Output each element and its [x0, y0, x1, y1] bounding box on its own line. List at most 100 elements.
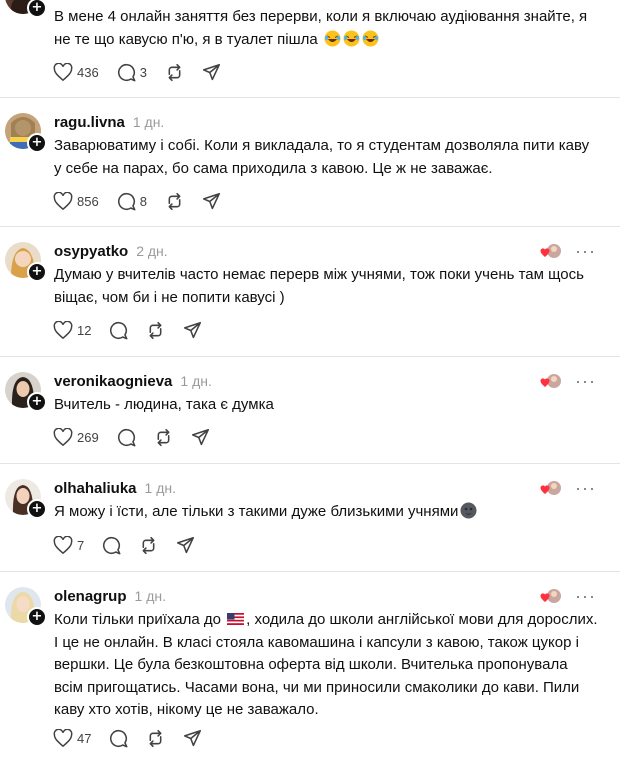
comment-header: olenagrup 1 дн.	[54, 588, 166, 605]
like-button[interactable]: 47	[53, 729, 91, 747]
repost-button[interactable]	[139, 536, 158, 555]
heart-icon	[53, 321, 73, 339]
timestamp[interactable]: 2 дн.	[136, 243, 167, 259]
laughing-tears-emoji	[324, 30, 341, 46]
timestamp[interactable]: 1 дн.	[145, 480, 176, 496]
comment-post: + В мене 4 онлайн заняття без перерви, к…	[0, 0, 620, 98]
follow-plus-icon[interactable]: +	[27, 392, 47, 412]
heart-icon	[53, 729, 73, 747]
comment-text: Думаю у вчителів часто немає перерв між …	[54, 266, 584, 306]
avatar[interactable]: +	[5, 0, 47, 18]
comment-count: 3	[139, 64, 147, 80]
comment-post: + olenagrup 1 дн. ··· Коли тільки приїха…	[0, 571, 620, 771]
comment-text: Коли тільки приїхала до , ходила до школ…	[54, 611, 598, 718]
follow-plus-icon[interactable]: +	[27, 0, 47, 18]
more-icon[interactable]: ···	[575, 242, 596, 260]
author-liked-icon	[540, 372, 562, 390]
action-bar: 856 8	[53, 190, 239, 212]
comment-text: Я можу і їсти, але тільки з такими дуже …	[54, 501, 598, 524]
comment-button[interactable]	[109, 321, 128, 340]
more-icon[interactable]: ···	[575, 372, 596, 390]
like-count: 436	[77, 64, 99, 80]
heart-icon	[53, 192, 73, 210]
send-icon	[184, 321, 202, 338]
us-flag-emoji	[227, 613, 245, 625]
follow-plus-icon[interactable]: +	[27, 499, 47, 519]
like-count: 269	[77, 429, 99, 445]
share-button[interactable]	[202, 192, 221, 211]
more-icon[interactable]: ···	[575, 587, 596, 605]
send-icon	[202, 63, 220, 80]
share-button[interactable]	[202, 63, 221, 82]
comment-header: ragu.livna 1 дн.	[54, 114, 164, 131]
repost-button[interactable]	[146, 729, 165, 748]
action-bar: 7	[53, 534, 213, 556]
username-link[interactable]: ragu.livna	[54, 114, 125, 131]
repost-button[interactable]	[146, 321, 165, 340]
share-button[interactable]	[183, 729, 202, 748]
share-button[interactable]	[176, 536, 195, 555]
more-icon[interactable]: ···	[575, 479, 596, 497]
share-button[interactable]	[183, 321, 202, 340]
repost-button[interactable]	[154, 428, 173, 447]
like-count: 856	[77, 193, 99, 209]
repost-button[interactable]	[165, 192, 184, 211]
repost-icon	[150, 729, 162, 747]
avatar[interactable]: +	[5, 242, 47, 282]
comment-post: + olhahaliuka 1 дн. ··· Я можу і їсти, а…	[0, 463, 620, 572]
username-link[interactable]: olhahaliuka	[54, 480, 137, 497]
username-link[interactable]: veronikaognieva	[54, 373, 172, 390]
like-button[interactable]: 7	[53, 536, 84, 554]
like-button[interactable]: 269	[53, 428, 99, 446]
comment-post: + veronikaognieva 1 дн. ··· Вчитель - лю…	[0, 356, 620, 464]
like-button[interactable]: 12	[53, 321, 91, 339]
send-icon	[177, 536, 195, 553]
follow-plus-icon[interactable]: +	[27, 607, 47, 627]
comment-button[interactable]	[109, 729, 128, 748]
like-button[interactable]: 436	[53, 63, 99, 81]
username-link[interactable]: osypyatko	[54, 243, 128, 260]
repost-button[interactable]	[165, 63, 184, 82]
laughing-tears-emoji	[343, 30, 360, 46]
heart-icon	[53, 536, 73, 554]
send-icon	[202, 192, 220, 209]
avatar[interactable]: +	[5, 587, 47, 627]
comment-text: Вчитель - людина, така є думка	[54, 396, 274, 413]
repost-icon	[168, 192, 181, 210]
comment-icon	[103, 536, 121, 554]
comment-button[interactable]	[102, 536, 121, 555]
repost-icon	[157, 428, 170, 446]
action-bar: 269	[53, 426, 228, 448]
comment-post: + ragu.livna 1 дн. Заварюватиму і собі. …	[0, 97, 620, 227]
share-button[interactable]	[191, 428, 210, 447]
comment-post: + osypyatko 2 дн. ··· Думаю у вчителів ч…	[0, 226, 620, 357]
avatar[interactable]: +	[5, 479, 47, 519]
repost-icon	[142, 536, 155, 554]
comment-icon	[110, 321, 128, 339]
heart-icon	[53, 428, 73, 446]
timestamp[interactable]: 1 дн.	[135, 588, 166, 604]
avatar[interactable]: +	[5, 372, 47, 412]
timestamp[interactable]: 1 дн.	[133, 114, 164, 130]
like-button[interactable]: 856	[53, 192, 99, 210]
avatar[interactable]: +	[5, 113, 47, 153]
comment-header: osypyatko 2 дн.	[54, 243, 168, 260]
username-link[interactable]: olenagrup	[54, 588, 127, 605]
comment-button[interactable]: 3	[117, 63, 147, 82]
comment-button[interactable]	[117, 428, 136, 447]
repost-icon	[168, 63, 181, 81]
follow-plus-icon[interactable]: +	[27, 133, 47, 153]
comment-icon	[110, 729, 128, 747]
author-liked-icon	[540, 587, 562, 605]
comment-icon	[117, 192, 136, 210]
like-count: 12	[77, 322, 92, 338]
comment-icon	[117, 428, 136, 446]
send-icon	[191, 428, 209, 445]
like-count: 47	[77, 730, 92, 746]
send-icon	[184, 729, 202, 746]
action-bar: 12	[53, 319, 220, 341]
comment-button[interactable]: 8	[117, 192, 147, 211]
follow-plus-icon[interactable]: +	[27, 262, 47, 282]
author-liked-icon	[540, 242, 562, 260]
timestamp[interactable]: 1 дн.	[180, 373, 211, 389]
